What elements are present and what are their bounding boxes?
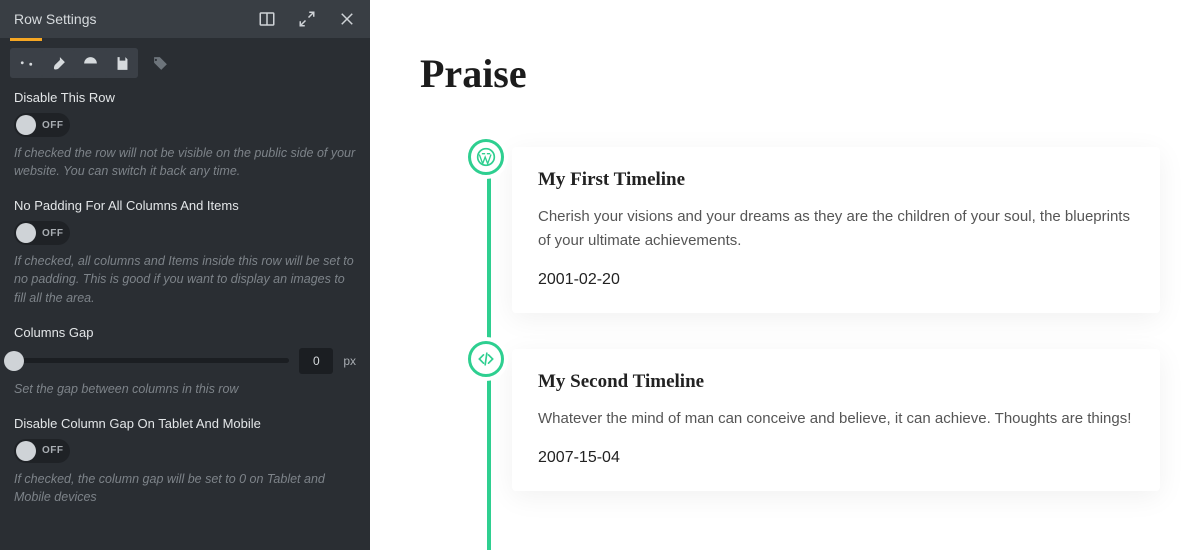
save-icon — [114, 55, 131, 72]
columns-gap-unit: px — [343, 354, 356, 368]
timeline-node — [468, 341, 504, 377]
timeline-card: My First Timeline Cherish your visions a… — [512, 147, 1160, 313]
style-tab[interactable] — [42, 48, 74, 78]
code-icon — [476, 349, 496, 369]
close-icon[interactable] — [338, 10, 356, 28]
tab-group — [10, 48, 138, 78]
columns-gap-slider[interactable] — [14, 358, 289, 363]
tag-tab[interactable] — [144, 48, 176, 78]
wordpress-icon — [476, 147, 496, 167]
setting-help: If checked the row will not be visible o… — [14, 144, 356, 180]
setting-label: Disable This Row — [14, 90, 356, 105]
page-preview: Praise My First Timeline Cherish your vi… — [370, 0, 1200, 550]
timeline-item: My Second Timeline Whatever the mind of … — [512, 349, 1160, 491]
toggle-knob — [16, 441, 36, 461]
tag-icon — [152, 55, 169, 72]
setting-label: Disable Column Gap On Tablet And Mobile — [14, 416, 356, 431]
toggle-no-padding[interactable]: OFF — [14, 221, 70, 245]
setting-help: If checked, the column gap will be set t… — [14, 470, 356, 506]
timeline-date: 2007-15-04 — [538, 449, 1134, 467]
setting-disable-gap-mobile: Disable Column Gap On Tablet And Mobile … — [14, 416, 356, 506]
timeline-desc: Whatever the mind of man can conceive an… — [538, 407, 1134, 431]
toggle-state: OFF — [42, 445, 64, 456]
setting-help: If checked, all columns and Items inside… — [14, 252, 356, 306]
tab-bar — [0, 38, 370, 86]
sliders-icon — [18, 55, 35, 72]
setting-label: Columns Gap — [14, 325, 356, 340]
toggle-knob — [16, 115, 36, 135]
toggle-disable-row[interactable]: OFF — [14, 113, 70, 137]
columns-layout-icon[interactable] — [258, 10, 276, 28]
timeline: My First Timeline Cherish your visions a… — [420, 147, 1160, 491]
slider-thumb[interactable] — [4, 351, 24, 371]
setting-disable-row: Disable This Row OFF If checked the row … — [14, 90, 356, 180]
toggle-disable-gap-mobile[interactable]: OFF — [14, 439, 70, 463]
setting-columns-gap: Columns Gap 0 px Set the gap between col… — [14, 325, 356, 398]
toggle-state: OFF — [42, 120, 64, 131]
brush-icon — [50, 55, 67, 72]
panel-header: Row Settings — [0, 0, 370, 38]
page-title: Praise — [420, 50, 1160, 97]
timeline-title: My Second Timeline — [538, 371, 1134, 393]
slider-row: 0 px — [14, 348, 356, 374]
setting-no-padding: No Padding For All Columns And Items OFF… — [14, 198, 356, 306]
content-tab[interactable] — [10, 48, 42, 78]
timeline-title: My First Timeline — [538, 169, 1134, 191]
toggle-state: OFF — [42, 228, 64, 239]
timeline-card: My Second Timeline Whatever the mind of … — [512, 349, 1160, 491]
columns-gap-value[interactable]: 0 — [299, 348, 333, 374]
setting-help: Set the gap between columns in this row — [14, 380, 356, 398]
timeline-node — [468, 139, 504, 175]
row-settings-panel: Row Settings — [0, 0, 370, 550]
panel-header-actions — [258, 10, 356, 28]
panel-title: Row Settings — [14, 11, 96, 27]
gauge-icon — [82, 55, 99, 72]
timeline-desc: Cherish your visions and your dreams as … — [538, 205, 1134, 253]
save-tab[interactable] — [106, 48, 138, 78]
setting-label: No Padding For All Columns And Items — [14, 198, 356, 213]
panel-body: Disable This Row OFF If checked the row … — [0, 86, 370, 538]
toggle-knob — [16, 223, 36, 243]
timeline-date: 2001-02-20 — [538, 271, 1134, 289]
timeline-item: My First Timeline Cherish your visions a… — [512, 147, 1160, 313]
advanced-tab[interactable] — [74, 48, 106, 78]
expand-icon[interactable] — [298, 10, 316, 28]
